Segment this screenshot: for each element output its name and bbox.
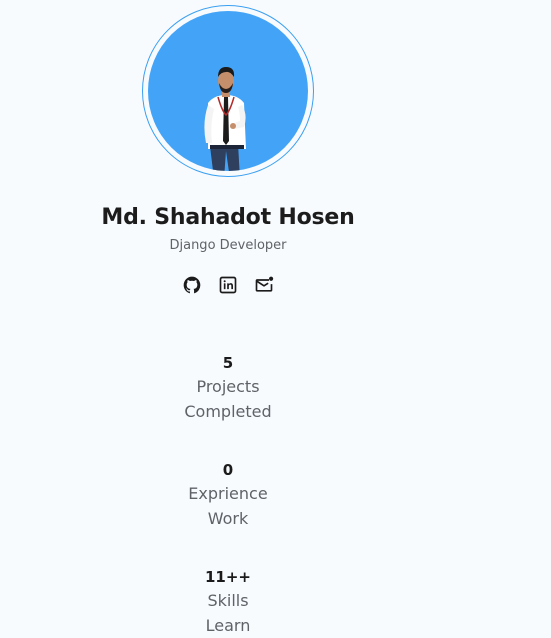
stat-label: Skills xyxy=(207,591,249,610)
stat-label: Learn xyxy=(205,616,251,635)
mail-icon[interactable] xyxy=(254,275,274,295)
stat-label: Projects xyxy=(196,377,260,396)
avatar xyxy=(148,11,308,171)
stat-label: Exprience xyxy=(188,484,268,503)
stat-value: 0 xyxy=(222,461,234,479)
avatar-ring xyxy=(142,5,314,177)
stat-value: 11++ xyxy=(204,568,251,586)
stat-projects: 5 Projects Completed xyxy=(128,352,328,424)
stat-skills: 11++ Skills Learn xyxy=(128,566,328,638)
stat-label: Completed xyxy=(184,402,272,421)
profile-role: Django Developer xyxy=(169,238,287,253)
linkedin-icon[interactable] xyxy=(218,275,238,295)
stat-value: 5 xyxy=(222,354,234,372)
stat-experience: 0 Exprience Work xyxy=(128,459,328,531)
stat-label: Work xyxy=(207,509,249,528)
social-links xyxy=(182,275,274,295)
profile-name: Md. Shahadot Hosen xyxy=(101,205,355,230)
github-icon[interactable] xyxy=(182,275,202,295)
profile-photo xyxy=(204,67,246,171)
